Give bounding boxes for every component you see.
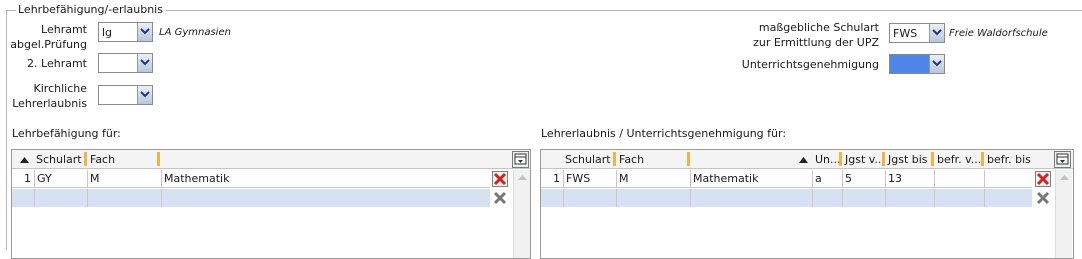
column-header-un[interactable]: Un... xyxy=(813,150,842,169)
cell-jgst-bis[interactable]: 13 xyxy=(886,170,935,188)
column-header-jgst-bis[interactable]: Jgst bis xyxy=(886,150,934,169)
column-separator[interactable] xyxy=(839,152,842,166)
column-separator[interactable] xyxy=(613,152,616,166)
right-table-title: Lehrerlaubnis / Unterrichtsgenehmigung f… xyxy=(541,127,787,140)
fieldset-border-top-left xyxy=(6,10,16,11)
column-separator[interactable] xyxy=(931,152,934,166)
cell-schulart[interactable]: FWS xyxy=(564,170,617,188)
cell-jgst-bis-empty[interactable] xyxy=(886,189,935,207)
cell-schulart[interactable]: GY xyxy=(35,170,88,188)
cell-jgst-von[interactable]: 5 xyxy=(843,170,886,188)
left-table-title: Lehrbefähigung für: xyxy=(12,127,121,140)
kirchliche-label: Kirchliche Lehrerlaubnis xyxy=(12,82,87,110)
cell-fach-empty[interactable] xyxy=(88,189,162,207)
lehrerlaubnis-table: Schulart Fach Un... Jgst v... Jgst bis b… xyxy=(540,149,1074,259)
lehramt-description: LA Gymnasien xyxy=(159,27,231,38)
delete-row-icon[interactable] xyxy=(1035,171,1051,187)
delete-row-icon[interactable] xyxy=(492,171,508,187)
cell-un[interactable]: a xyxy=(813,170,843,188)
cell-fach[interactable]: M xyxy=(617,170,691,188)
sort-ascending-icon xyxy=(20,157,29,163)
column-separator[interactable] xyxy=(84,152,87,166)
chevron-down-icon[interactable] xyxy=(929,55,944,73)
cell-index-empty xyxy=(541,189,564,207)
column-header-schulart[interactable]: Schulart xyxy=(563,150,616,169)
lehramt2-label: 2. Lehramt xyxy=(27,57,87,70)
table-row[interactable]: 1 GY M Mathematik xyxy=(12,170,490,188)
kirchliche-combobox[interactable] xyxy=(98,85,153,105)
cell-jgst-von-empty[interactable] xyxy=(843,189,886,207)
table-row-new[interactable] xyxy=(12,189,490,207)
cell-bezeichnung-empty xyxy=(691,189,813,207)
chevron-down-icon[interactable] xyxy=(137,54,152,72)
cell-bezeichnung-empty xyxy=(162,189,490,207)
column-header-jgst-von[interactable]: Jgst v... xyxy=(843,150,885,169)
sort-column-header[interactable] xyxy=(12,150,34,169)
row-index: 1 xyxy=(12,170,35,188)
cell-schulart-empty[interactable] xyxy=(564,189,617,207)
fieldset-border-top xyxy=(166,10,1082,11)
column-header-bezeichnung[interactable] xyxy=(161,150,491,169)
schulart-label: maßgebliche Schulart zur Ermittlung der … xyxy=(753,21,879,49)
schulart-value: FWS xyxy=(893,27,918,40)
column-header-befr-bis[interactable]: befr. bis xyxy=(985,150,1033,169)
cell-index-empty xyxy=(12,189,35,207)
vertical-scrollbar[interactable] xyxy=(1055,170,1072,258)
lehramt-label: Lehramt abgel.Prüfung xyxy=(10,23,87,51)
delete-row-inactive-icon[interactable] xyxy=(1035,190,1051,206)
unterrichtsgenehmigung-combobox[interactable] xyxy=(889,54,945,74)
chevron-down-icon[interactable] xyxy=(929,24,944,42)
chevron-down-icon[interactable] xyxy=(137,23,152,41)
row-number-header xyxy=(541,150,563,169)
cell-bezeichnung: Mathematik xyxy=(164,172,230,185)
cell-befr-bis[interactable] xyxy=(985,170,1032,188)
cell-befr-bis-empty[interactable] xyxy=(985,189,1032,207)
cell-fach-empty[interactable] xyxy=(617,189,691,207)
column-header-fach[interactable]: Fach xyxy=(617,150,691,169)
cell-fach[interactable]: M xyxy=(88,170,162,188)
lehramt-value: lg xyxy=(102,26,113,39)
table-row-new[interactable] xyxy=(541,189,1032,207)
cell-befr-von-empty[interactable] xyxy=(935,189,985,207)
table-header: Schulart Fach xyxy=(12,150,530,169)
cell-befr-von[interactable] xyxy=(935,170,985,188)
lehrbefaehigung-table: Schulart Fach 1 GY M Mathematik xyxy=(11,149,531,259)
cell-bezeichnung: Mathematik xyxy=(691,170,813,188)
cell-schulart-empty[interactable] xyxy=(35,189,88,207)
lehramt-combobox[interactable]: lg xyxy=(98,22,153,42)
scroll-up-icon[interactable] xyxy=(515,172,530,182)
schulart-combobox[interactable]: FWS xyxy=(889,23,945,43)
column-header-befr-von[interactable]: befr. v... xyxy=(935,150,984,169)
column-separator[interactable] xyxy=(157,152,160,166)
delete-row-inactive-icon[interactable] xyxy=(492,190,508,206)
schulart-description: Freie Waldorfschule xyxy=(949,28,1048,39)
table-row[interactable]: 1 FWS M Mathematik a 5 13 xyxy=(541,170,1032,188)
column-header-schulart[interactable]: Schulart xyxy=(34,150,87,169)
sort-ascending-icon xyxy=(799,157,808,163)
unterrichtsgenehmigung-label: Unterrichtsgenehmigung xyxy=(741,58,879,71)
chevron-down-icon[interactable] xyxy=(137,86,152,104)
row-index: 1 xyxy=(541,170,564,188)
lehramt2-combobox[interactable] xyxy=(98,53,153,73)
table-header: Schulart Fach Un... Jgst v... Jgst bis b… xyxy=(541,150,1073,169)
cell-un-empty[interactable] xyxy=(813,189,843,207)
column-separator[interactable] xyxy=(882,152,885,166)
column-separator[interactable] xyxy=(687,152,690,166)
vertical-scrollbar[interactable] xyxy=(513,170,530,258)
scroll-up-icon[interactable] xyxy=(1057,172,1072,182)
column-separator[interactable] xyxy=(981,152,984,166)
column-chooser-icon[interactable] xyxy=(512,151,529,168)
column-header-fach[interactable]: Fach xyxy=(88,150,162,169)
column-header-bezeichnung[interactable] xyxy=(691,150,811,169)
section-legend: Lehrbefähigung/-erlaubnis xyxy=(16,3,165,16)
column-chooser-icon[interactable] xyxy=(1054,151,1071,168)
